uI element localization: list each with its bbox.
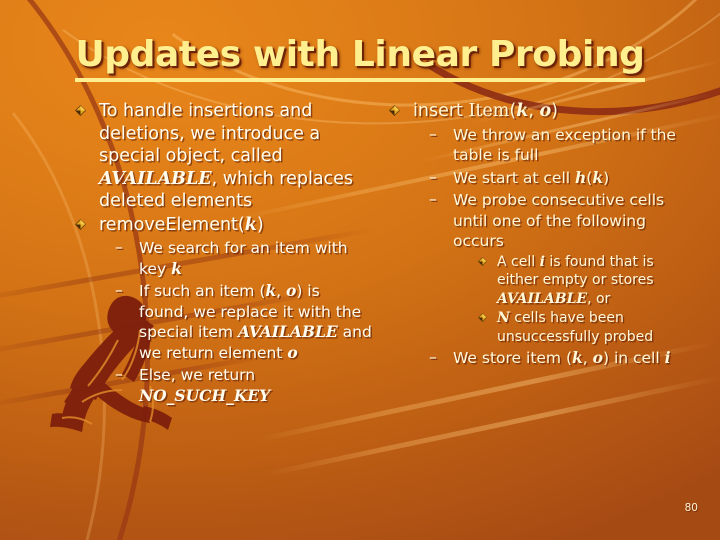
emphasis-term: k [265, 281, 277, 300]
bullet-item-level-2: – If such an item (k, o) is found, we rep… [113, 281, 372, 363]
bullet-text: Else, we return NO_SUCH_KEY [139, 366, 270, 405]
bullet-text: We search for an item with key k [139, 239, 348, 278]
text-run: Else, we return [139, 366, 256, 384]
text-run: A cell [497, 253, 540, 270]
emphasis-term: AVAILABLE [237, 322, 338, 341]
text-run: insert [413, 101, 463, 121]
bullet-list-left: To handle insertions and deletions, we i… [72, 100, 372, 406]
bullet-text: We start at cell h(k) [453, 167, 610, 187]
emphasis-term: i [664, 348, 671, 367]
diamond-bullet-icon [389, 105, 400, 116]
bullet-item-level-3: N cells have been unsuccessfully probed [475, 309, 686, 346]
dash-bullet-icon: – [429, 190, 437, 208]
emphasis-term: o [285, 281, 297, 300]
emphasis-term: o [287, 342, 298, 362]
content-column-right: insert Item(k, o) – We throw an exception … [386, 100, 686, 370]
bullet-text: If such an item (k, o) is found, we repl… [139, 281, 372, 362]
text-run: remove [99, 214, 166, 235]
content-column-left: To handle insertions and deletions, we i… [72, 100, 372, 407]
diamond-bullet-icon [478, 313, 487, 322]
dash-bullet-icon: – [115, 365, 123, 383]
text-run: ) [603, 168, 610, 187]
text-run: If such an item ( [139, 282, 266, 300]
slide-title: Updates with Linear Probing [0, 34, 720, 82]
diamond-bullet-icon [75, 218, 86, 230]
dash-bullet-icon: – [429, 167, 437, 186]
emphasis-term: h [575, 167, 587, 187]
emphasis-term: k [592, 167, 604, 187]
bullet-text: We throw an exception if the table is fu… [453, 126, 676, 165]
bullet-item-level-2: – We start at cell h(k) [427, 168, 686, 189]
emphasis-term: o [539, 101, 552, 121]
dash-bullet-icon: – [115, 281, 123, 299]
text-run: We throw an exception if the table is fu… [453, 125, 676, 165]
serif-term: Item [462, 101, 510, 121]
presentation-slide: Updates with Linear Probing To handle in… [0, 0, 720, 540]
dash-bullet-icon: – [429, 124, 437, 143]
text-run: , [276, 282, 286, 300]
bullet-list-right: insert Item(k, o) – We throw an exception … [386, 100, 686, 369]
bullet-item-level-2: – We store item (k, o) in cell i [427, 348, 686, 369]
diamond-bullet-icon [478, 256, 487, 266]
diamond-bullet-icon [75, 105, 86, 116]
page-number: 80 [684, 502, 698, 514]
emphasis-term: k [171, 258, 182, 278]
dash-bullet-icon: – [115, 238, 123, 256]
bullet-item-level-2: – We search for an item with key k [113, 238, 372, 279]
text-run: We probe consecutive cells until one of … [453, 191, 665, 250]
bullet-item-level-2: – Else, we return NO_SUCH_KEY [113, 365, 372, 406]
emphasis-term: AVAILABLE [497, 290, 588, 307]
emphasis-term: k [572, 348, 583, 367]
emphasis-term: NO_SUCH_KEY [139, 385, 271, 405]
bullet-item-level-2: – We throw an exception if the table is f… [427, 125, 686, 166]
bullet-sublist-level-2: – We search for an item with key k – If suc… [113, 238, 372, 406]
text-run: To handle insertions and deletions, we i… [99, 101, 321, 166]
bullet-sublist-level-3: A cell i is found that is either empty o… [475, 253, 686, 347]
text-run: , [582, 349, 593, 367]
text-run: We store item ( [453, 349, 573, 367]
bullet-sublist-level-2: – We throw an exception if the table is f… [427, 125, 686, 369]
emphasis-term: k [516, 101, 529, 121]
bullet-item-level-1: To handle insertions and deletions, we i… [72, 100, 372, 213]
emphasis-term: o [592, 348, 603, 367]
text-run: , or [587, 290, 611, 307]
text-run: , [528, 101, 540, 121]
bullet-text: To handle insertions and deletions, we i… [99, 101, 353, 211]
bullet-text: A cell i is found that is either empty o… [497, 254, 654, 307]
text-run: cells have been unsuccessfully probed [497, 310, 654, 345]
bullet-text: We store item (k, o) in cell i [453, 348, 671, 367]
bullet-text: removeElement(k) [99, 215, 264, 235]
bullet-item-level-3: A cell i is found that is either empty o… [475, 253, 686, 309]
emphasis-term: AVAILABLE [99, 168, 212, 189]
bullet-item-level-1: removeElement(k) – We search for an item w… [72, 214, 372, 407]
bullet-item-level-2: – We probe consecutive cells until one of… [427, 190, 686, 346]
text-run: We start at cell [453, 168, 576, 187]
dash-bullet-icon: – [429, 348, 437, 366]
text-run: ) [551, 101, 558, 121]
text-run: ) in cell [602, 349, 665, 367]
emphasis-term: N [497, 310, 510, 326]
emphasis-term: k [244, 214, 257, 235]
slide-title-text: Updates with Linear Probing [75, 34, 645, 82]
bullet-text: N cells have been unsuccessfully probed [497, 310, 653, 345]
text-run: Element( [165, 214, 245, 235]
text-run: ) [256, 214, 264, 235]
bullet-text: We probe consecutive cells until one of … [453, 191, 664, 250]
bullet-item-level-1: insert Item(k, o) – We throw an exception … [386, 100, 686, 369]
bullet-text: insert Item(k, o) [413, 101, 558, 121]
